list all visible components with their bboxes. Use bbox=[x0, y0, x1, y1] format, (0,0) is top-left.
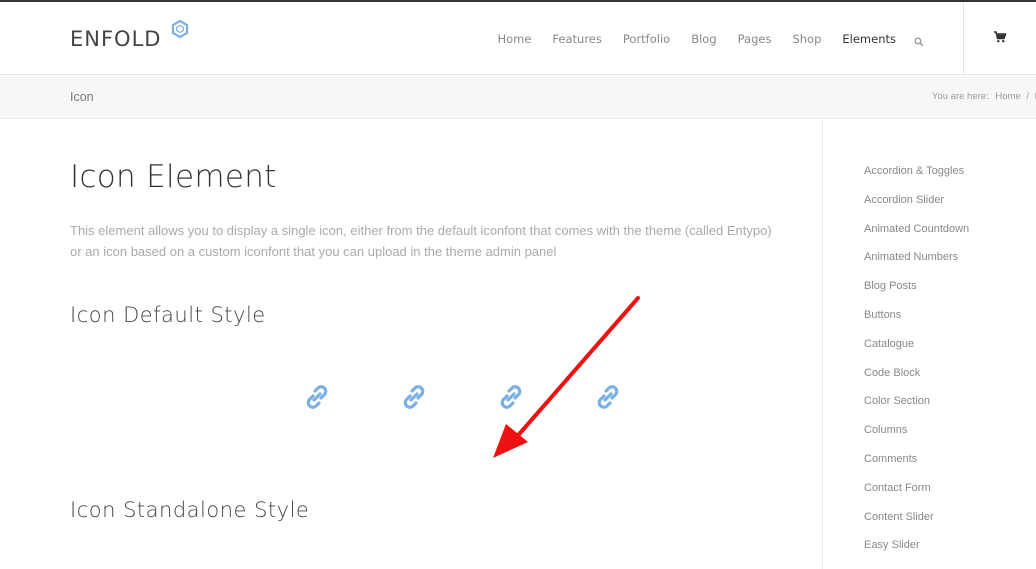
icon-row bbox=[0, 382, 822, 414]
sidebar-item: Catalogue bbox=[864, 338, 969, 367]
section-title-default-style: Icon Default Style bbox=[70, 303, 266, 327]
logo-text: ENFOLD bbox=[70, 27, 162, 51]
breadcrumb-separator: / bbox=[1026, 91, 1029, 102]
sidebar-link-animated-numbers[interactable]: Animated Numbers bbox=[864, 251, 958, 263]
link-icon[interactable] bbox=[593, 382, 623, 412]
sidebar-link-content-slider[interactable]: Content Slider bbox=[864, 511, 934, 523]
sidebar-item: Content Slider bbox=[864, 511, 969, 540]
sidebar-item: Animated Countdown bbox=[864, 223, 969, 252]
sidebar-item: Animated Numbers bbox=[864, 251, 969, 280]
breadcrumb-prefix: You are here: bbox=[932, 91, 989, 102]
sidebar-item: Easy Slider bbox=[864, 539, 969, 568]
breadcrumb: You are here: Home / E bbox=[932, 91, 1036, 102]
sidebar-list: Accordion & Toggles Accordion Slider Ani… bbox=[864, 165, 969, 568]
site-header: ENFOLD Home Features Portfolio Blog Page… bbox=[0, 2, 1036, 75]
nav-item-features[interactable]: Features bbox=[552, 32, 601, 46]
sidebar-item: Accordion & Toggles bbox=[864, 165, 969, 194]
nav-item-blog[interactable]: Blog bbox=[691, 32, 716, 46]
nav-item-pages[interactable]: Pages bbox=[738, 32, 772, 46]
sidebar-link-catalogue[interactable]: Catalogue bbox=[864, 338, 914, 350]
sidebar-item: Buttons bbox=[864, 309, 969, 338]
search-icon[interactable] bbox=[914, 34, 924, 46]
breadcrumb-home[interactable]: Home bbox=[995, 91, 1020, 102]
sidebar-link-code-block[interactable]: Code Block bbox=[864, 367, 920, 379]
nav-item-portfolio[interactable]: Portfolio bbox=[623, 32, 670, 46]
section-title-standalone-style: Icon Standalone Style bbox=[70, 498, 310, 522]
link-icon[interactable] bbox=[302, 382, 332, 412]
nav-item-home[interactable]: Home bbox=[497, 32, 531, 46]
sidebar: Accordion & Toggles Accordion Slider Ani… bbox=[822, 120, 1036, 569]
sidebar-link-buttons[interactable]: Buttons bbox=[864, 309, 901, 321]
hexagon-logo-icon bbox=[171, 19, 189, 39]
sidebar-item: Blog Posts bbox=[864, 280, 969, 309]
content-description: This element allows you to display a sin… bbox=[70, 223, 772, 259]
sidebar-item: Columns bbox=[864, 424, 969, 453]
cart-icon[interactable] bbox=[993, 30, 1007, 44]
sidebar-link-easy-slider[interactable]: Easy Slider bbox=[864, 539, 920, 551]
main-navigation: Home Features Portfolio Blog Pages Shop … bbox=[476, 2, 924, 75]
sidebar-link-accordion-slider[interactable]: Accordion Slider bbox=[864, 194, 944, 206]
sidebar-link-contact-form[interactable]: Contact Form bbox=[864, 482, 931, 494]
page-title-bar: Icon You are here: Home / E bbox=[0, 76, 1036, 119]
sidebar-item: Color Section bbox=[864, 395, 969, 424]
sidebar-link-color-section[interactable]: Color Section bbox=[864, 395, 930, 407]
sidebar-link-columns[interactable]: Columns bbox=[864, 424, 907, 436]
nav-item-elements[interactable]: Elements bbox=[842, 32, 896, 46]
red-arrow-annotation-icon bbox=[493, 296, 640, 458]
main-content: Icon Element This element allows you to … bbox=[0, 120, 822, 569]
cart-area[interactable] bbox=[963, 2, 1036, 75]
page-title-link[interactable]: Icon bbox=[70, 90, 94, 104]
sidebar-item: Comments bbox=[864, 453, 969, 482]
sidebar-link-accordion-toggles[interactable]: Accordion & Toggles bbox=[864, 165, 964, 177]
sidebar-link-comments[interactable]: Comments bbox=[864, 453, 917, 465]
content-title: Icon Element bbox=[70, 159, 277, 195]
link-icon[interactable] bbox=[399, 382, 429, 412]
sidebar-item: Code Block bbox=[864, 367, 969, 396]
sidebar-link-animated-countdown[interactable]: Animated Countdown bbox=[864, 223, 969, 235]
enfold-logo[interactable]: ENFOLD bbox=[70, 19, 189, 56]
sidebar-link-blog-posts[interactable]: Blog Posts bbox=[864, 280, 917, 292]
sidebar-item: Accordion Slider bbox=[864, 194, 969, 223]
sidebar-item: Contact Form bbox=[864, 482, 969, 511]
link-icon[interactable] bbox=[496, 382, 526, 412]
nav-item-shop[interactable]: Shop bbox=[792, 32, 821, 46]
